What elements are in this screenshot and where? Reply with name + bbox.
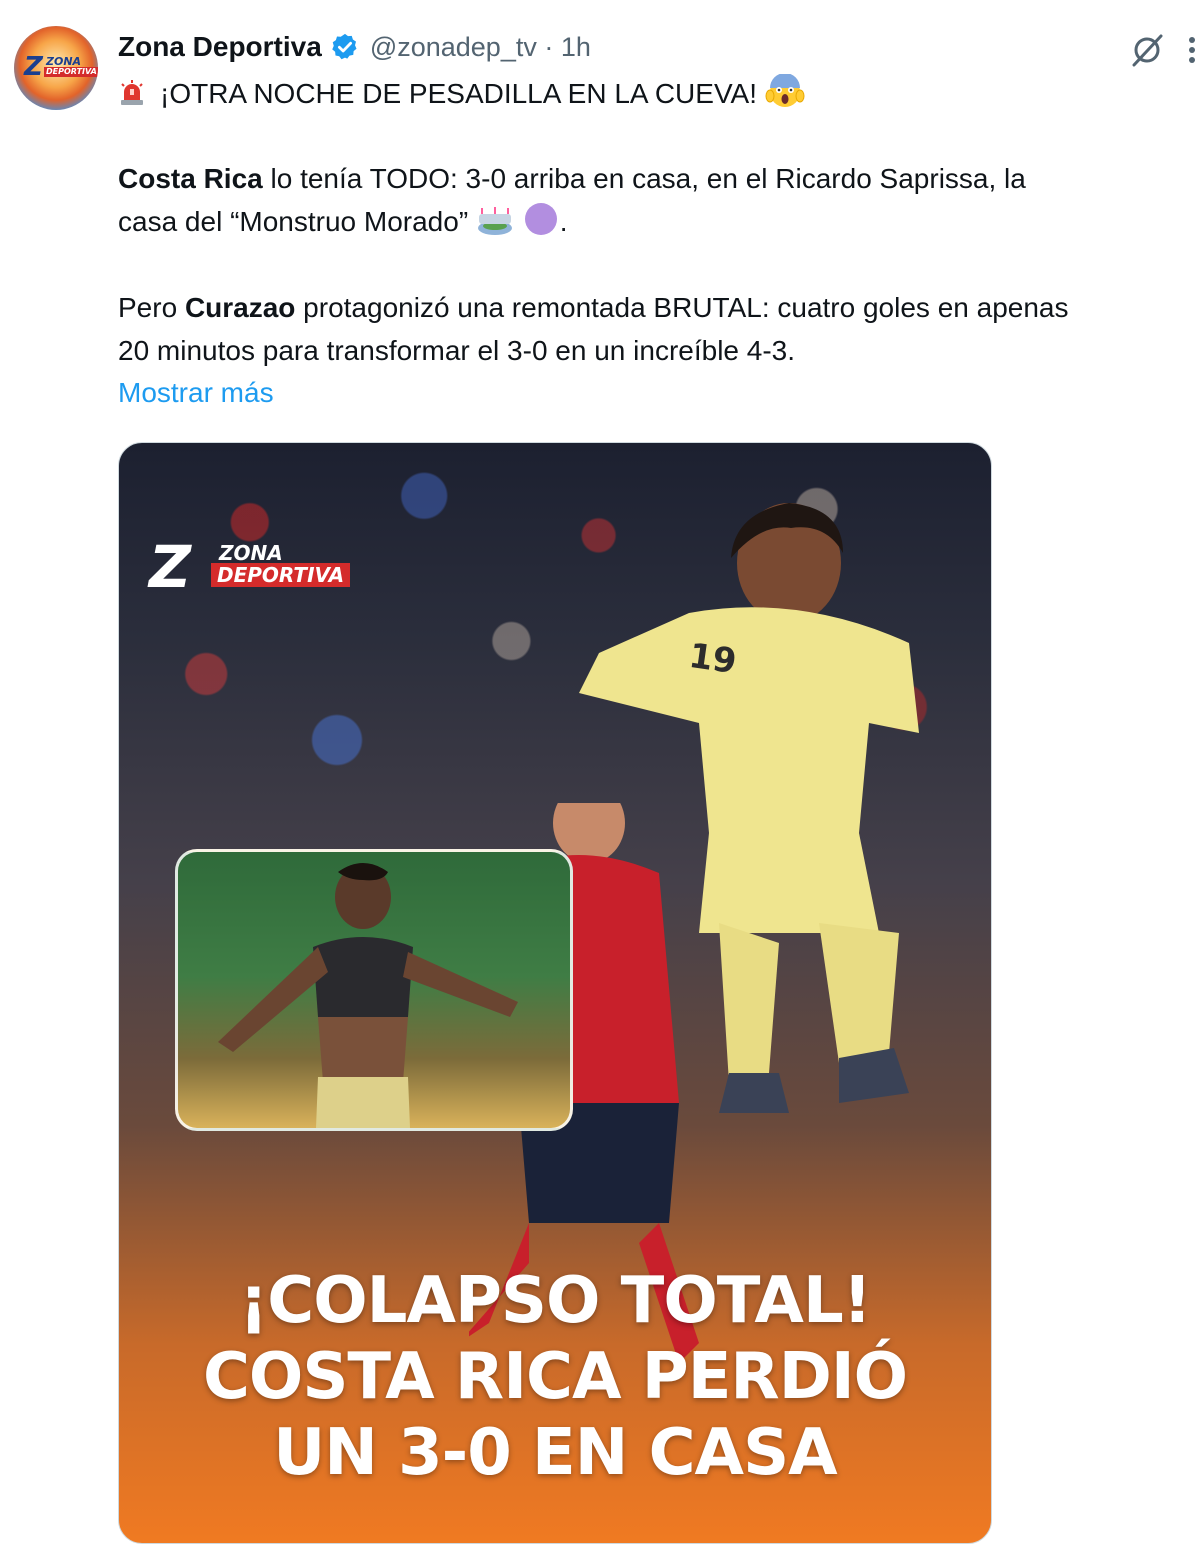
headline-line-2: COSTA RICA PERDIÓ (202, 1340, 908, 1414)
tweet-bold-costa-rica: Costa Rica (118, 163, 263, 194)
more-options-icon[interactable] (1178, 30, 1200, 70)
tweet-headline: ¡OTRA NOCHE DE PESADILLA EN LA CUEVA! (160, 78, 757, 109)
tweet-header: Zona Deportiva @zonadep_tv · 1h (118, 28, 591, 66)
yellow-jersey-player (579, 503, 919, 1113)
tweet-p2-rest: lo tenía TODO: 3-0 arriba en casa, en el… (262, 163, 1026, 194)
avatar-logo-line2: DEPORTIVA (44, 67, 98, 77)
grok-icon[interactable] (1128, 32, 1168, 68)
tweet-text-line1: ¡OTRA NOCHE DE PESADILLA EN LA CUEVA! (118, 72, 805, 115)
show-more-link[interactable]: Mostrar más (118, 371, 274, 414)
zona-deportiva-logo: Z ZONA DEPORTIVA (149, 533, 369, 601)
headline-line-3: UN 3-0 EN CASA (273, 1416, 837, 1490)
face-screaming-emoji (765, 74, 805, 107)
stadium-emoji (477, 207, 512, 235)
tweet-bold-curazao: Curazao (184, 292, 296, 323)
author-avatar[interactable]: Z ZONA DEPORTIVA (14, 26, 98, 110)
tweet-p3-rest: protagonizó una remontada BRUTAL: cuatro… (295, 292, 1069, 323)
logo-line1: ZONA (219, 541, 283, 565)
tweet-p2-line2: casa del “Monstruo Morado” (118, 206, 469, 237)
celebrating-player (218, 863, 518, 1128)
avatar-logo: Z ZONA DEPORTIVA (24, 52, 98, 82)
tweet-paragraph-2: Costa Rica lo tenía TODO: 3-0 arriba en … (118, 163, 1026, 237)
jersey-number: 19 (686, 635, 739, 683)
logo-line2: DEPORTIVA (211, 563, 351, 587)
tweet-p3-line2: 20 minutos para transformar el 3-0 en un… (118, 335, 796, 366)
purple-circle-emoji (524, 203, 557, 235)
headline-line-1: ¡COLAPSO TOTAL! (239, 1264, 872, 1338)
rotating-light-emoji (121, 80, 143, 105)
inset-celebration-photo (175, 849, 573, 1131)
tweet-media-image[interactable]: Z ZONA DEPORTIVA 19 ¡COLAPSO TOTAL! COST… (118, 442, 992, 1544)
tweet-p3-pre: Pero (118, 292, 185, 323)
author-name[interactable]: Zona Deportiva (118, 31, 322, 63)
tweet-paragraph-3: Pero Curazao protagonizó una remontada B… (118, 286, 1068, 372)
verified-badge-icon (332, 33, 357, 60)
author-handle-time[interactable]: @zonadep_tv · 1h (370, 32, 591, 63)
